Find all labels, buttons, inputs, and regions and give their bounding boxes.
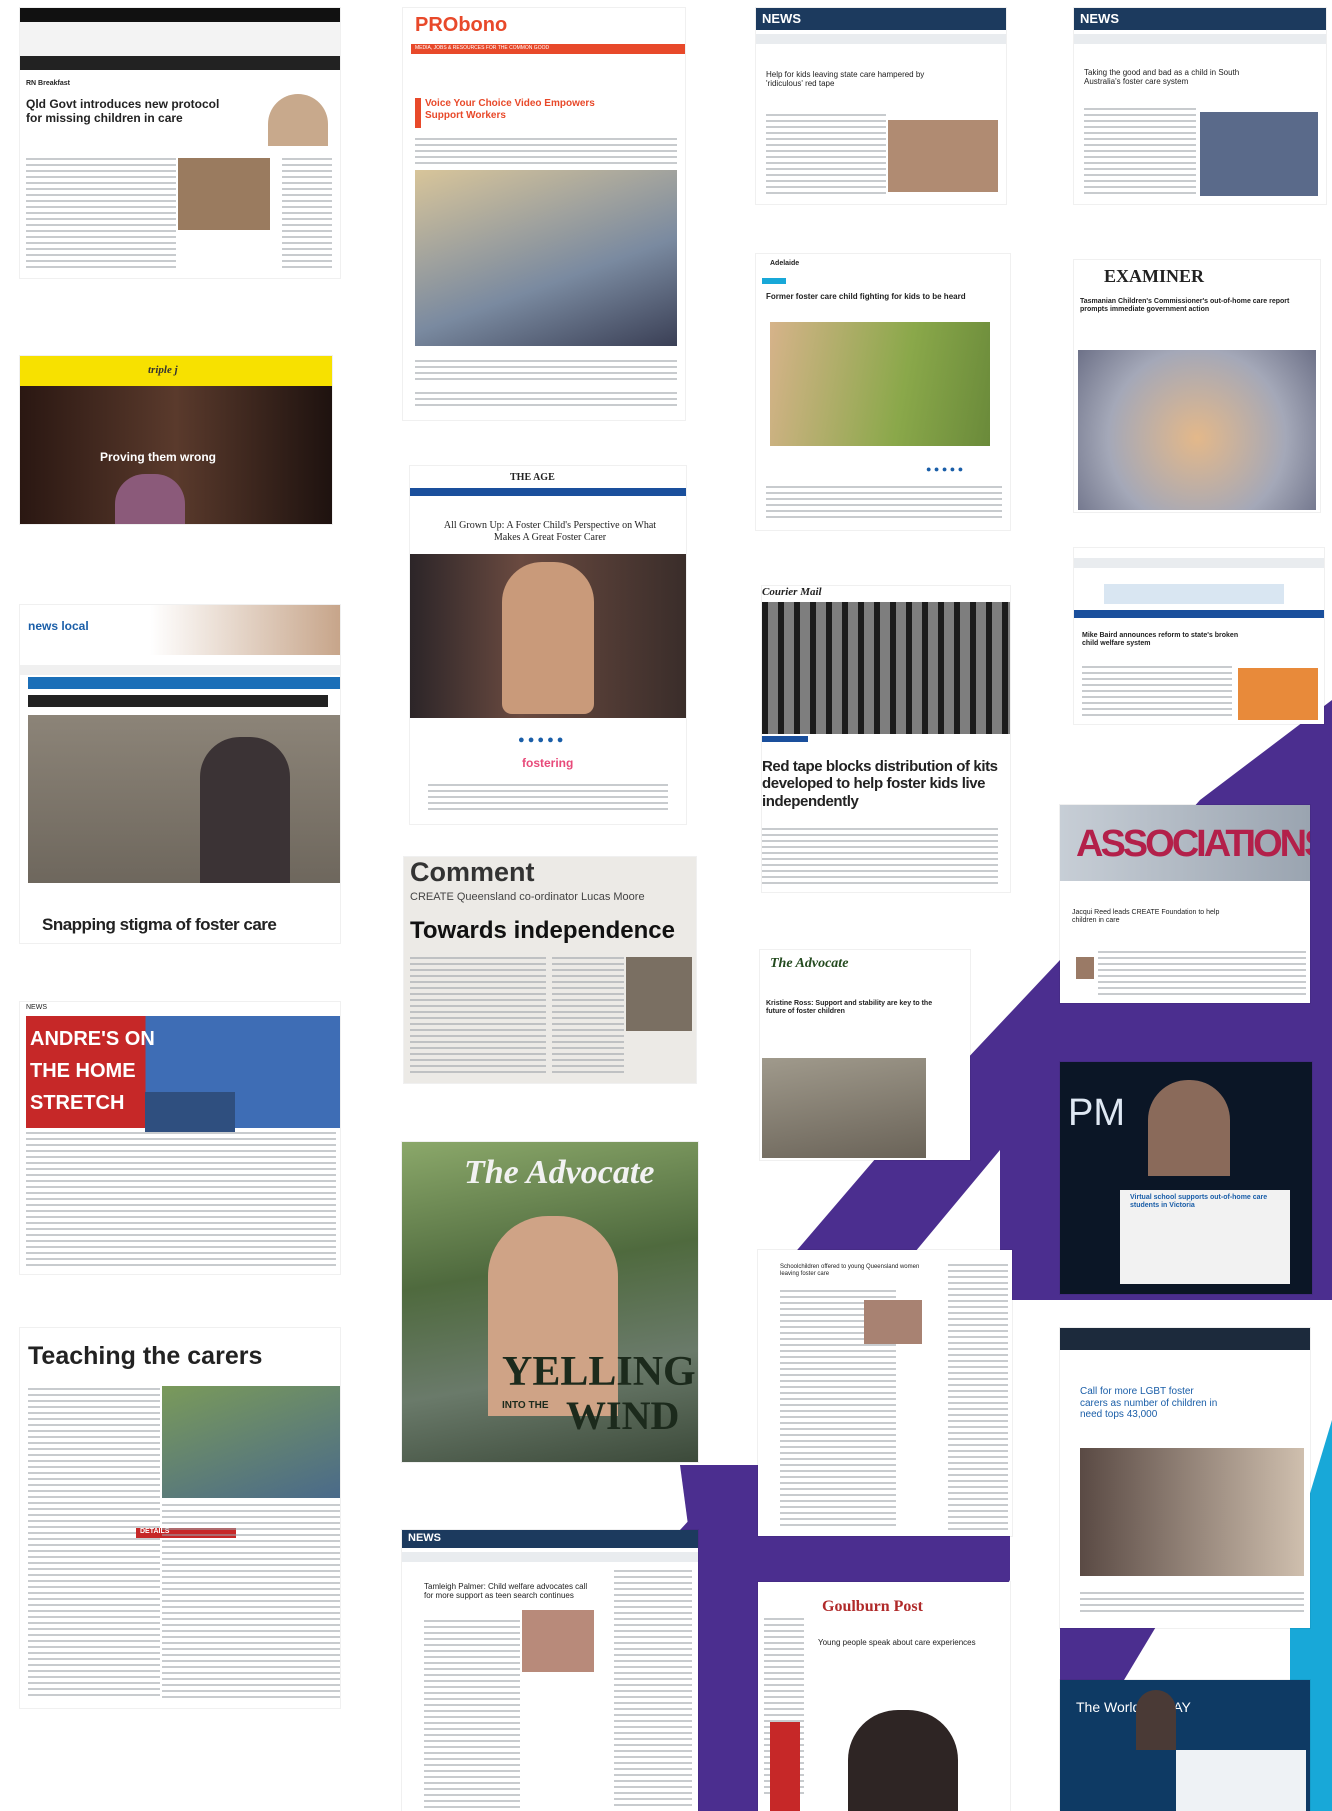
smh-headline: Mike Baird announces reform to state's b… <box>1082 632 1239 648</box>
into-text: INTO THE <box>502 1400 549 1411</box>
clip-comment: Comment CREATE Queensland co-ordinator L… <box>404 857 696 1083</box>
advocate-web-logo: The Advocate <box>770 956 849 971</box>
wind-text: WIND <box>566 1393 680 1438</box>
brisbane-photo <box>864 1300 922 1344</box>
clip-probono: PRObono MEDIA, JOBS & RESOURCES FOR THE … <box>403 8 685 420</box>
clip-associations: ASSOCIATIONS Jacqui Reed leads CREATE Fo… <box>1060 805 1310 1003</box>
advocate-web-photo <box>762 1058 926 1158</box>
abc-nav <box>20 56 340 70</box>
abc-topbar <box>20 8 340 22</box>
clip-pm: PM Virtual school supports out-of-home c… <box>1060 1062 1312 1294</box>
andre-section: NEWS <box>26 1004 47 1011</box>
news2-photo <box>1200 112 1318 196</box>
news3-headline: Tamleigh Palmer: Child welfare advocates… <box>424 1582 588 1601</box>
clip-adelaide: Adelaide Former foster care child fighti… <box>756 254 1010 530</box>
courier-headline: Red tape blocks distribution of kits dev… <box>762 758 998 810</box>
girl-photo <box>178 158 270 230</box>
probono-headline: Voice Your Choice Video Empowers Support… <box>425 98 595 121</box>
clip-goulburn: Goulburn Post Young people speak about c… <box>758 1582 1010 1811</box>
age-headline: All Grown Up: A Foster Child's Perspecti… <box>443 520 657 543</box>
adelaide-share: ● ● ● ● ● <box>926 464 964 474</box>
news1-headline: Help for kids leaving state care hampere… <box>766 70 925 89</box>
comment-kicker: Comment <box>410 857 535 887</box>
clip-andre: NEWS ANDRE'S ON THE HOME STRETCH <box>20 1002 340 1274</box>
triplej-logo: triple j <box>148 364 178 376</box>
host-photo <box>268 94 328 146</box>
clip-news2: NEWS Taking the good and bad as a child … <box>1074 8 1326 204</box>
comment-headline: Towards independence <box>410 917 675 944</box>
andre-line3: STRETCH <box>30 1092 125 1114</box>
examiner-logo: EXAMINER <box>1104 266 1205 286</box>
examiner-photo <box>1078 350 1316 510</box>
clip-courier: Courier Mail Red tape blocks distributio… <box>762 586 1010 892</box>
lgbt-photo <box>1080 1448 1304 1576</box>
goulburn-headline: Young people speak about care experience… <box>818 1638 976 1647</box>
lgbt-headline: Call for more LGBT foster carers as numb… <box>1080 1386 1218 1420</box>
news1-logo: NEWS <box>762 11 801 26</box>
clip-worldtoday: The World TODAY <box>1060 1680 1310 1811</box>
yelling-text: YELLING <box>502 1349 696 1395</box>
clip-advocate-web: The Advocate Kristine Ross: Support and … <box>760 950 970 1160</box>
age-logo: THE AGE <box>510 472 555 483</box>
adelaide-headline: Former foster care child fighting for ki… <box>766 292 966 301</box>
news1-photo <box>888 120 998 192</box>
clip-smh: Mike Baird announces reform to state's b… <box>1074 548 1324 724</box>
newslocal-logo: news local <box>28 619 89 633</box>
comment-photo <box>626 957 692 1031</box>
adelaide-photo <box>770 322 990 446</box>
brisbane-headline: Schoolchildren offered to young Queensla… <box>780 1264 920 1277</box>
andre-line2: THE HOME <box>30 1060 136 1082</box>
fostering-logo: fostering <box>522 756 574 770</box>
teaching-photo <box>162 1386 340 1498</box>
teaching-headline: Teaching the carers <box>28 1342 263 1370</box>
advocate-print-logo: The Advocate <box>464 1154 655 1191</box>
smh-photo <box>1238 668 1318 720</box>
goulburn-photo <box>848 1710 958 1811</box>
goulburn-logo: Goulburn Post <box>822 1598 923 1615</box>
examiner-headline: Tasmanian Children's Commissioner's out-… <box>1080 298 1290 314</box>
news3-logo: NEWS <box>408 1532 441 1544</box>
clip-triplej: triple j Proving them wrong <box>20 356 332 524</box>
clip-newslocal: news local Snapping stigma of foster car… <box>20 605 340 943</box>
associations-headline: Jacqui Reed leads CREATE Foundation to h… <box>1072 909 1220 925</box>
abc-program: RN Breakfast <box>26 80 70 87</box>
news3-photo <box>522 1610 594 1672</box>
clip-brisbane: Schoolchildren offered to young Queensla… <box>758 1250 1012 1536</box>
clip-age: THE AGE All Grown Up: A Foster Child's P… <box>410 466 686 824</box>
probono-tagline: MEDIA, JOBS & RESOURCES FOR THE COMMON G… <box>415 45 550 51</box>
probono-logo: PRObono <box>415 14 508 36</box>
newslocal-headline: Snapping stigma of foster care <box>42 915 277 934</box>
clip-abc: RN Breakfast Qld Govt introduces new pro… <box>20 8 340 278</box>
pm-headline: Virtual school supports out-of-home care… <box>1130 1194 1268 1210</box>
news2-headline: Taking the good and bad as a child in So… <box>1084 68 1240 87</box>
probono-photo <box>415 170 677 346</box>
andre-line1: ANDRE'S ON <box>30 1028 155 1050</box>
advocate-web-headline: Kristine Ross: Support and stability are… <box>766 1000 933 1016</box>
comment-subtitle: CREATE Queensland co-ordinator Lucas Moo… <box>410 891 645 903</box>
courier-logo: Courier Mail <box>762 586 822 598</box>
triplej-headline: Proving them wrong <box>100 450 217 464</box>
clip-news1: NEWS Help for kids leaving state care ha… <box>756 8 1006 204</box>
news2-logo: NEWS <box>1080 11 1119 26</box>
clip-examiner: EXAMINER Tasmanian Children's Commission… <box>1074 260 1320 512</box>
courier-photo <box>762 602 1010 734</box>
abc-headline: Qld Govt introduces new protocol for mis… <box>26 97 220 125</box>
associations-logo: ASSOCIATIONS <box>1076 823 1310 865</box>
clip-lgbt: Call for more LGBT foster carers as numb… <box>1060 1328 1310 1628</box>
newslocal-photo <box>28 715 340 883</box>
pm-logo: PM <box>1068 1092 1125 1134</box>
clip-news3: NEWS Tamleigh Palmer: Child welfare advo… <box>402 1530 698 1811</box>
adelaide-logo: Adelaide <box>770 260 800 267</box>
age-dots: ● ● ● ● ● <box>518 734 564 746</box>
clip-teaching: Teaching the carers DETAILS <box>20 1328 340 1708</box>
clip-advocate-print: The Advocate YELLING INTO THE WIND <box>402 1142 698 1462</box>
